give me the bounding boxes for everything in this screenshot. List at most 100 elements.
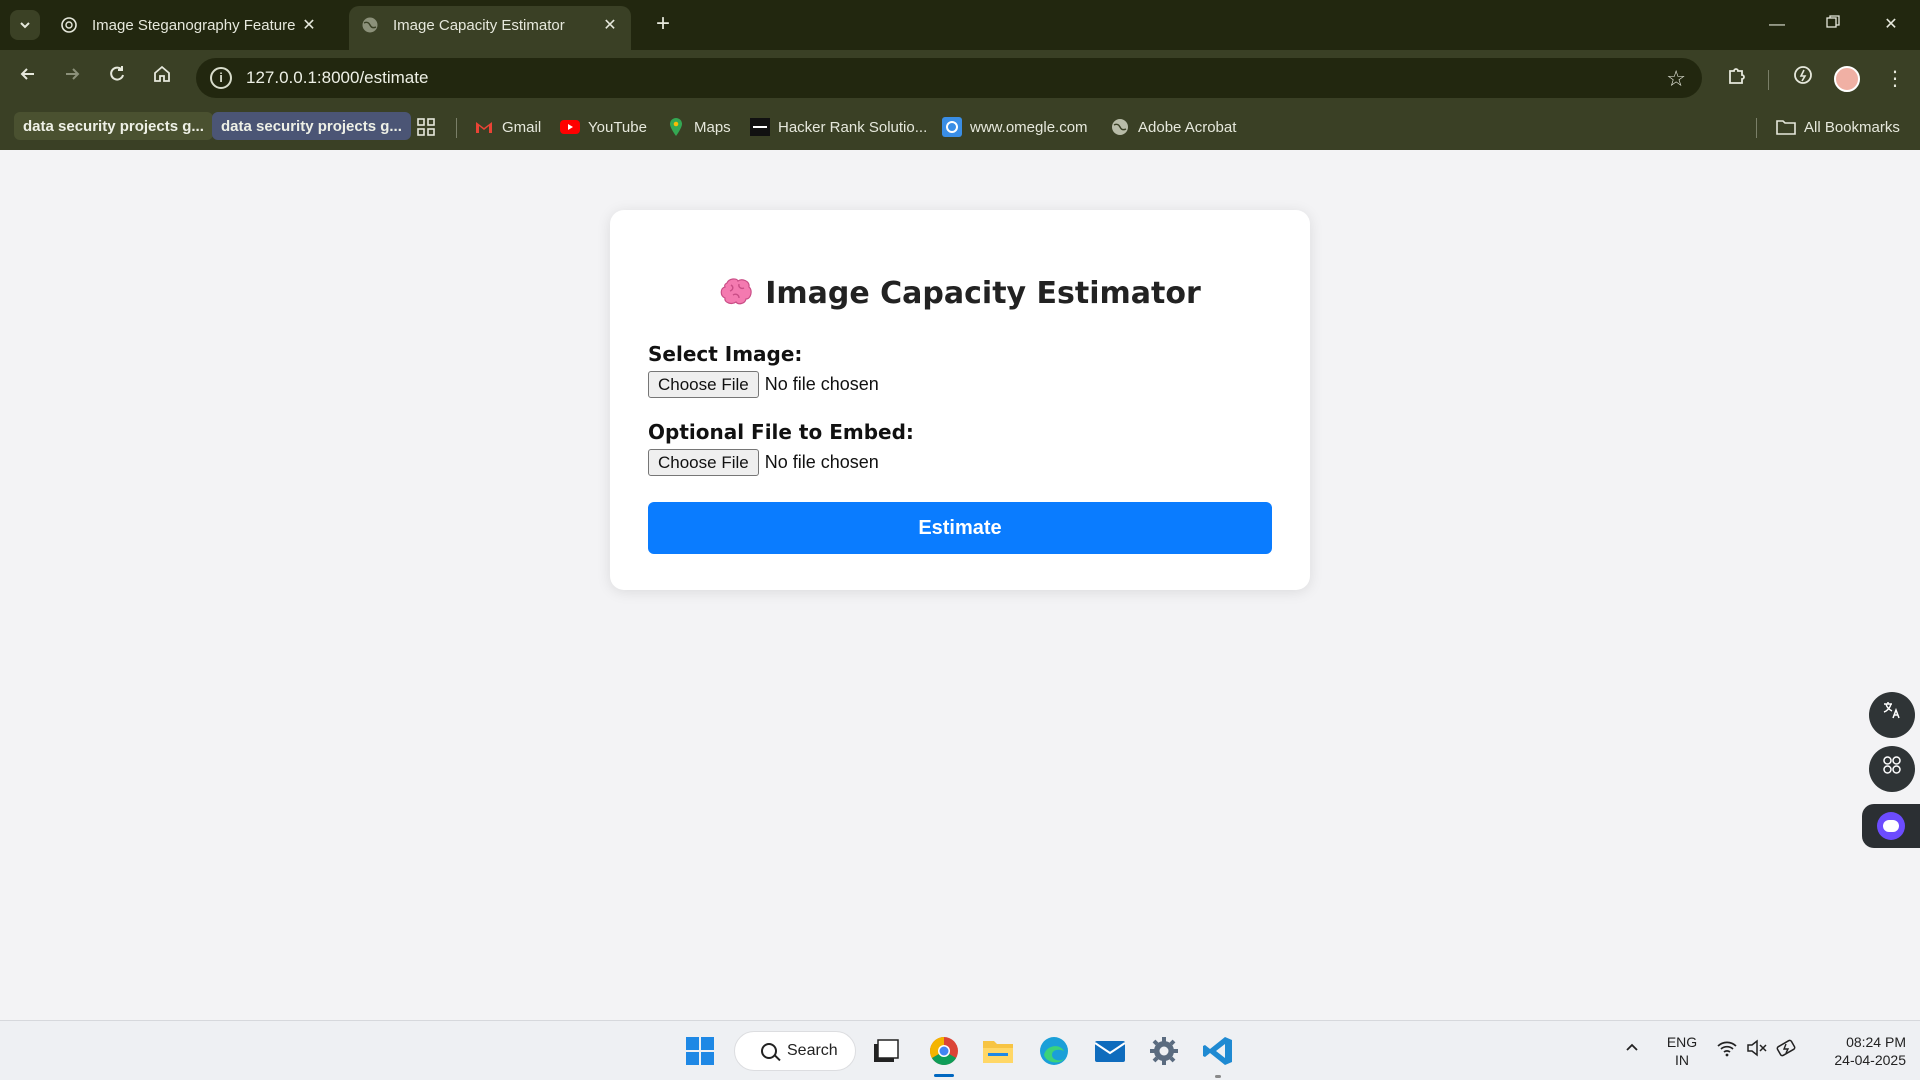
region-code: IN: [1675, 1052, 1689, 1068]
brain-icon: [720, 278, 752, 305]
volume-muted-icon: [1747, 1039, 1767, 1057]
profile-avatar[interactable]: [1834, 66, 1860, 92]
language-indicator[interactable]: ENG IN: [1664, 1033, 1700, 1069]
choose-file-button[interactable]: Choose File: [648, 449, 759, 476]
hackerrank-icon: [750, 118, 770, 136]
bookmarks-bar: data security projects g... data securit…: [0, 106, 1920, 150]
windows-icon: [686, 1037, 714, 1065]
minimize-button[interactable]: —: [1764, 12, 1790, 38]
volume-status[interactable]: [1746, 1039, 1768, 1062]
bookmark-chip[interactable]: data security projects g...: [212, 112, 411, 140]
maps-icon: [666, 118, 686, 136]
taskbar-mail[interactable]: [1092, 1033, 1128, 1069]
search-label: Search: [787, 1042, 838, 1059]
apps-button[interactable]: [416, 114, 436, 140]
bookmark-hackerrank[interactable]: Hacker Rank Solutio...: [750, 114, 927, 140]
taskbar-vscode[interactable]: [1200, 1033, 1236, 1069]
file-status-text: No file chosen: [764, 374, 879, 394]
taskbar-settings[interactable]: [1146, 1033, 1182, 1069]
embed-file-input[interactable]: Choose File No file chosen: [648, 449, 879, 476]
address-bar[interactable]: i 127.0.0.1:8000/estimate ☆: [196, 58, 1702, 98]
performance-button[interactable]: [1788, 64, 1818, 94]
new-tab-button[interactable]: +: [650, 11, 676, 37]
reload-button[interactable]: [103, 64, 131, 92]
embed-file-label: Optional File to Embed:: [648, 420, 914, 444]
bookmark-label: www.omegle.com: [970, 118, 1088, 136]
bookmark-label: Maps: [694, 118, 731, 136]
bookmark-label: Gmail: [502, 118, 542, 136]
apps-grid-icon: [1883, 756, 1901, 774]
bookmark-maps[interactable]: Maps: [666, 114, 731, 140]
speed-icon: [1794, 66, 1812, 84]
restore-button[interactable]: [1820, 12, 1846, 38]
globe-icon: [1110, 118, 1130, 136]
task-view-button[interactable]: [868, 1033, 904, 1069]
choose-file-button[interactable]: Choose File: [648, 371, 759, 398]
taskbar-chrome[interactable]: [926, 1033, 962, 1069]
folder-icon: [983, 1041, 1013, 1063]
all-bookmarks[interactable]: All Bookmarks: [1776, 114, 1900, 140]
tab-title: Image Steganography Feature I: [92, 16, 300, 34]
language-code: ENG: [1666, 1034, 1698, 1050]
taskbar-search[interactable]: Search: [734, 1031, 856, 1071]
vscode-icon: [1203, 1037, 1232, 1065]
bookmark-label: data security projects g...: [221, 117, 402, 135]
close-icon[interactable]: ✕: [601, 15, 619, 35]
tab-search-button[interactable]: [10, 10, 40, 40]
bookmark-label: All Bookmarks: [1804, 118, 1900, 136]
browser-toolbar: i 127.0.0.1:8000/estimate ☆ ⋮: [0, 50, 1920, 106]
estimate-button[interactable]: Estimate: [648, 502, 1272, 554]
globe-icon: [361, 16, 379, 34]
bookmark-adobe-acrobat[interactable]: Adobe Acrobat: [1110, 114, 1236, 140]
taskbar-file-explorer[interactable]: [980, 1033, 1016, 1069]
tab-title: Image Capacity Estimator: [393, 16, 565, 34]
page-title: Image Capacity Estimator: [610, 276, 1310, 311]
close-icon[interactable]: ✕: [300, 15, 318, 35]
bookmark-label: Hacker Rank Solutio...: [778, 118, 928, 136]
select-image-label: Select Image:: [648, 342, 803, 366]
bookmark-gmail[interactable]: Gmail: [474, 114, 541, 140]
battery-charging-icon: [1776, 1039, 1796, 1057]
extensions-button[interactable]: [1722, 64, 1752, 94]
task-view-icon: [874, 1039, 899, 1062]
browser-titlebar: Image Steganography Feature I ✕ Image Ca…: [0, 0, 1920, 50]
info-icon[interactable]: i: [210, 67, 232, 89]
chevron-down-icon: [20, 22, 30, 29]
bookmark-youtube[interactable]: YouTube: [560, 114, 647, 140]
menu-button[interactable]: ⋮: [1880, 64, 1910, 94]
apps-widget-button[interactable]: [1869, 746, 1915, 792]
openai-icon: [60, 16, 78, 34]
omegle-icon: [942, 117, 962, 137]
translate-button[interactable]: [1869, 692, 1915, 738]
bookmark-chip[interactable]: data security projects g...: [14, 112, 213, 140]
search-icon: [761, 1043, 777, 1059]
reload-icon: [110, 66, 124, 81]
youtube-icon: [560, 118, 580, 136]
close-window-button[interactable]: ✕: [1878, 12, 1904, 38]
bookmark-omegle[interactable]: www.omegle.com: [942, 114, 1088, 140]
home-button[interactable]: [148, 64, 176, 92]
bookmark-divider: [456, 118, 457, 138]
start-button[interactable]: [682, 1033, 718, 1069]
assistant-bot-button[interactable]: [1862, 804, 1920, 848]
forward-button[interactable]: [58, 64, 86, 92]
network-status[interactable]: [1716, 1039, 1738, 1062]
gear-icon: [1150, 1037, 1178, 1065]
taskbar-edge[interactable]: [1036, 1033, 1072, 1069]
windows-taskbar: Search ENG IN 08:24 PM 24-04-2025: [0, 1020, 1920, 1080]
page-content: Image Capacity Estimator Select Image: C…: [0, 150, 1920, 1020]
clock[interactable]: 08:24 PM 24-04-2025: [1812, 1033, 1906, 1069]
tab-capacity-estimator[interactable]: Image Capacity Estimator ✕: [349, 6, 631, 50]
clock-time: 08:24 PM: [1846, 1034, 1906, 1050]
arrow-right-icon: [66, 68, 80, 80]
gmail-icon: [474, 118, 494, 136]
star-icon[interactable]: ☆: [1666, 66, 1686, 92]
active-app-indicator: [934, 1074, 954, 1077]
image-file-input[interactable]: Choose File No file chosen: [648, 371, 879, 398]
back-button[interactable]: [14, 64, 42, 92]
battery-status[interactable]: [1776, 1039, 1798, 1062]
toolbar-divider: [1768, 70, 1769, 90]
tab-steganography[interactable]: Image Steganography Feature I ✕: [48, 8, 330, 42]
show-hidden-icons-button[interactable]: [1624, 1039, 1640, 1060]
bookmark-label: Adobe Acrobat: [1138, 118, 1237, 136]
